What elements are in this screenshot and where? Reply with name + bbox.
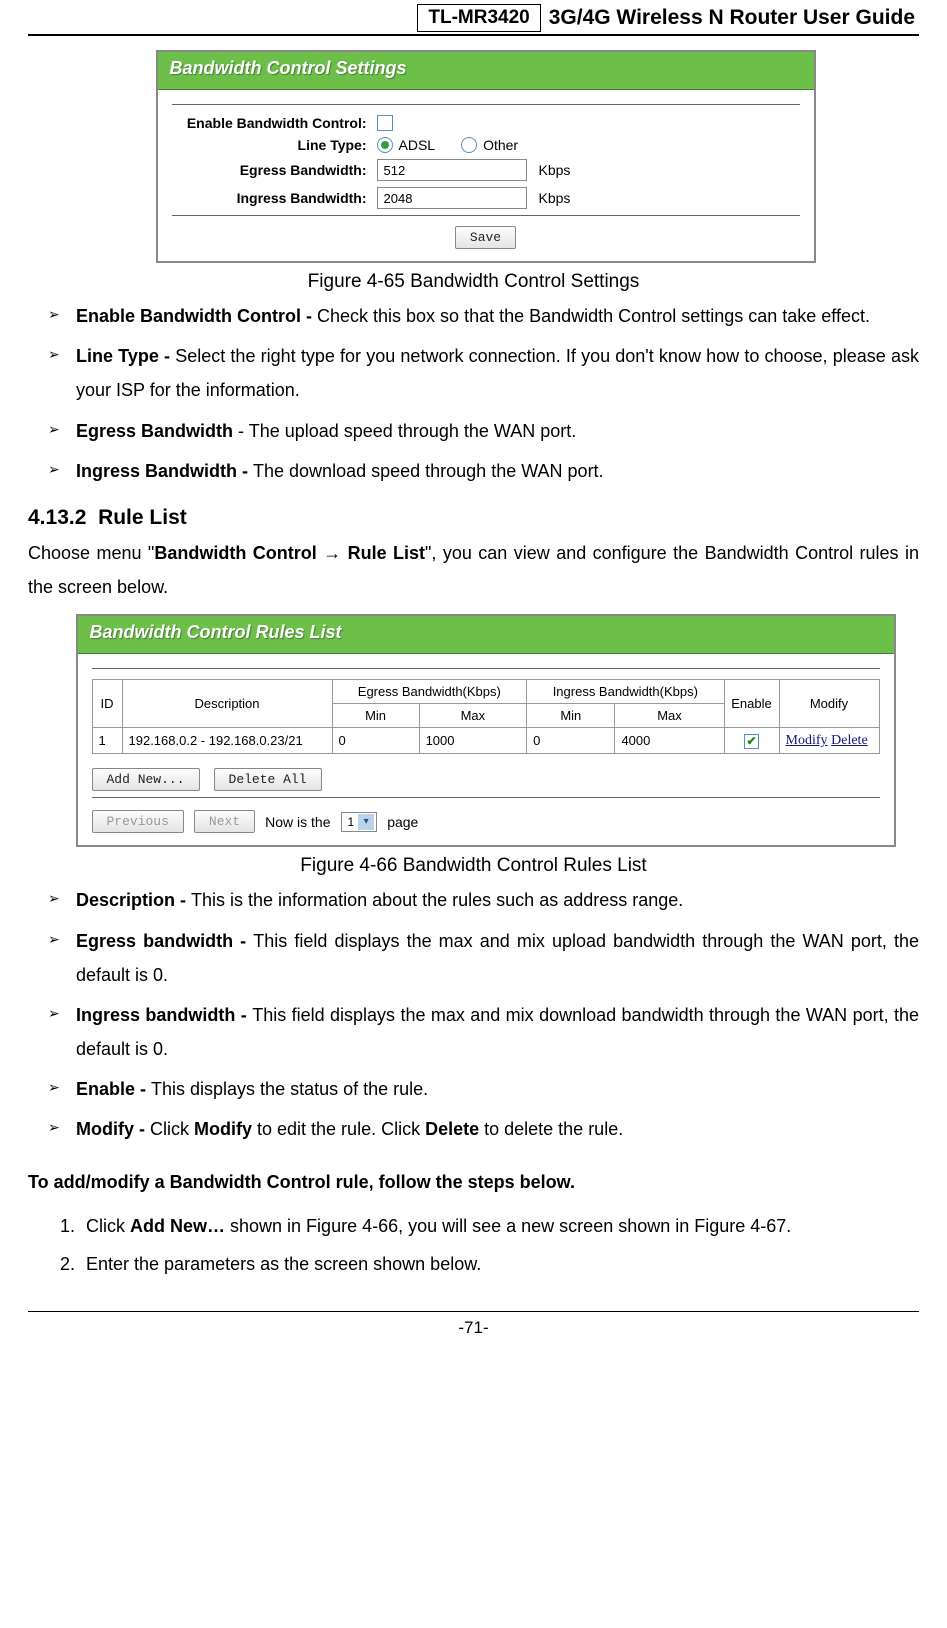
cell-emax: 1000 (419, 728, 527, 754)
panel-title: Bandwidth Control Rules List (78, 616, 894, 654)
steps-heading: To add/modify a Bandwidth Control rule, … (28, 1165, 919, 1199)
col-egress-max: Max (419, 704, 527, 728)
bullet-ingress-bw: Ingress bandwidth - This field displays … (76, 998, 919, 1066)
bullet-modify-rule: Modify - Click Modify to edit the rule. … (76, 1112, 919, 1146)
page-select[interactable]: 1 ▾ (341, 812, 378, 832)
delete-all-button[interactable]: Delete All (214, 768, 322, 791)
cell-modify: Modify Delete (779, 728, 879, 754)
line-type-label: Line Type: (172, 137, 377, 153)
egress-input[interactable] (377, 159, 527, 181)
bandwidth-settings-panel: Bandwidth Control Settings Enable Bandwi… (156, 50, 816, 263)
col-modify: Modify (779, 680, 879, 728)
pager-label-b: page (387, 814, 418, 830)
line-type-adsl-radio[interactable] (377, 137, 393, 153)
bullet-ingress: Ingress Bandwidth - The download speed t… (76, 454, 919, 488)
page-header: TL-MR3420 3G/4G Wireless N Router User G… (28, 4, 919, 32)
col-desc: Description (122, 680, 332, 728)
col-ingress-max: Max (615, 704, 724, 728)
cell-id: 1 (92, 728, 122, 754)
col-egress-min: Min (332, 704, 419, 728)
page-number: -71- (28, 1318, 919, 1338)
bullet-egress-bw: Egress bandwidth - This field displays t… (76, 924, 919, 992)
egress-label: Egress Bandwidth: (172, 162, 377, 178)
figure-caption-1: Figure 4-65 Bandwidth Control Settings (28, 271, 919, 293)
guide-title: 3G/4G Wireless N Router User Guide (541, 4, 919, 32)
save-button[interactable]: Save (455, 226, 516, 249)
line-type-other-radio[interactable] (461, 137, 477, 153)
divider (92, 668, 880, 669)
egress-unit: Kbps (539, 162, 571, 178)
col-ingress: Ingress Bandwidth(Kbps) (527, 680, 724, 704)
cell-desc: 192.168.0.2 - 192.168.0.23/21 (122, 728, 332, 754)
col-ingress-min: Min (527, 704, 615, 728)
table-row: 1 192.168.0.2 - 192.168.0.23/21 0 1000 0… (92, 728, 879, 754)
panel-title: Bandwidth Control Settings (158, 52, 814, 90)
model-box: TL-MR3420 (417, 4, 540, 32)
col-id: ID (92, 680, 122, 728)
prev-button[interactable]: Previous (92, 810, 184, 833)
enable-checkbox[interactable] (377, 115, 393, 131)
bullet-enable-rule: Enable - This displays the status of the… (76, 1072, 919, 1106)
section-heading: 4.13.2 Rule List (28, 506, 919, 530)
header-rule (28, 34, 919, 36)
modify-link[interactable]: Modify (786, 733, 828, 748)
ingress-unit: Kbps (539, 190, 571, 206)
line-type-other-label: Other (483, 137, 518, 153)
figure-caption-2: Figure 4-66 Bandwidth Control Rules List (28, 855, 919, 877)
chevron-down-icon: ▾ (358, 814, 374, 830)
section-intro: Choose menu "Bandwidth Control → Rule Li… (28, 536, 919, 604)
ingress-input[interactable] (377, 187, 527, 209)
cell-imax: 4000 (615, 728, 724, 754)
divider (172, 215, 800, 216)
col-egress: Egress Bandwidth(Kbps) (332, 680, 527, 704)
bullet-line-type: Line Type - Select the right type for yo… (76, 339, 919, 407)
bullet-enable: Enable Bandwidth Control - Check this bo… (76, 299, 919, 333)
divider (92, 797, 880, 798)
divider (172, 104, 800, 105)
col-enable: Enable (724, 680, 779, 728)
cell-imin: 0 (527, 728, 615, 754)
row-enable-checkbox[interactable]: ✔ (744, 734, 759, 749)
delete-link[interactable]: Delete (831, 733, 868, 748)
next-button[interactable]: Next (194, 810, 255, 833)
footer-rule (28, 1311, 919, 1312)
step-2: Enter the parameters as the screen shown… (80, 1247, 919, 1281)
line-type-adsl-label: ADSL (399, 137, 436, 153)
rules-table: ID Description Egress Bandwidth(Kbps) In… (92, 679, 880, 754)
pager-label-a: Now is the (265, 814, 330, 830)
enable-label: Enable Bandwidth Control: (172, 115, 377, 131)
ingress-label: Ingress Bandwidth: (172, 190, 377, 206)
cell-emin: 0 (332, 728, 419, 754)
step-1: Click Add New… shown in Figure 4-66, you… (80, 1209, 919, 1243)
bullet-description: Description - This is the information ab… (76, 883, 919, 917)
page-select-value: 1 (348, 815, 355, 829)
bullet-egress: Egress Bandwidth - The upload speed thro… (76, 414, 919, 448)
rules-list-panel: Bandwidth Control Rules List ID Descript… (76, 614, 896, 847)
add-new-button[interactable]: Add New... (92, 768, 200, 791)
